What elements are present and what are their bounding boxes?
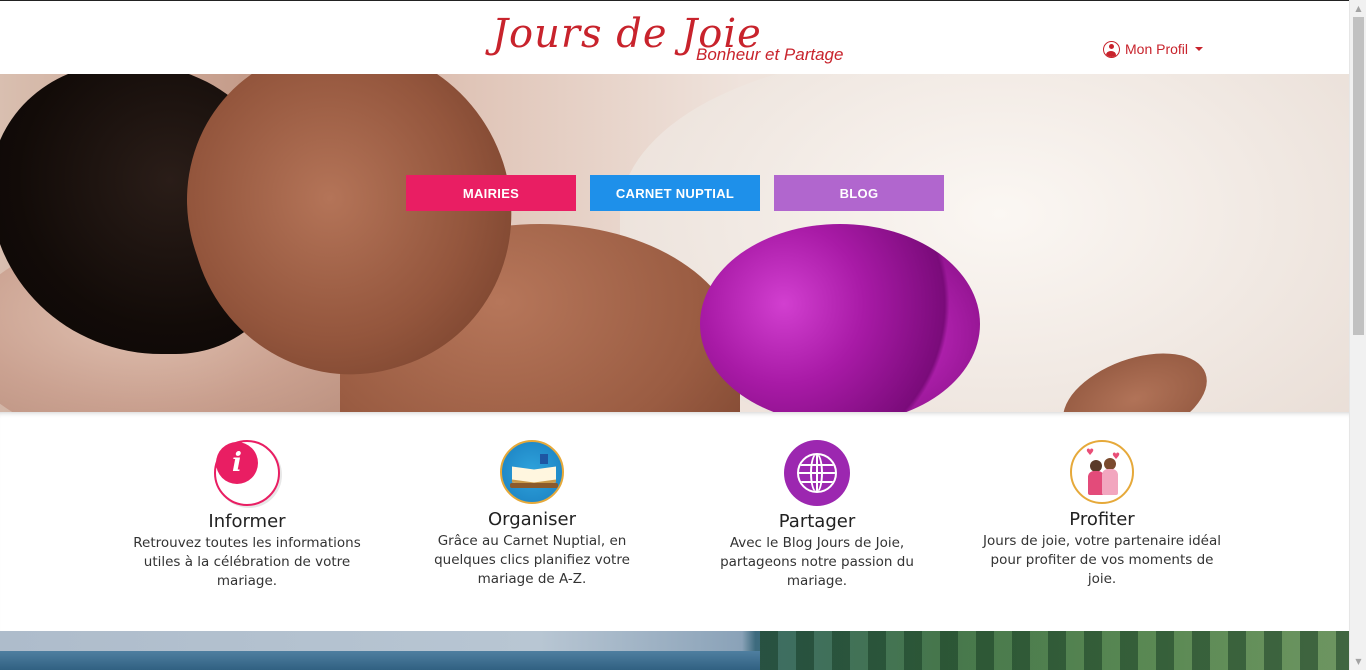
site-logo[interactable]: Jours de Joie Bonheur et Partage xyxy=(492,11,872,71)
feature-profiter: ♥ ♥ Profiter Jours de joie, votre partena… xyxy=(982,440,1222,589)
caret-down-icon xyxy=(1195,47,1204,51)
feature-title: Partager xyxy=(778,511,856,532)
site-header: Jours de Joie Bonheur et Partage Mon Pro… xyxy=(0,1,1349,74)
hero-banner: MAIRIES CARNET NUPTIAL BLOG xyxy=(0,74,1349,412)
user-icon xyxy=(1103,40,1120,58)
features-section: i Informer Retrouvez toutes les informat… xyxy=(0,412,1349,631)
page: Jours de Joie Bonheur et Partage Mon Pro… xyxy=(0,0,1349,670)
carnet-nuptial-button[interactable]: CARNET NUPTIAL xyxy=(590,175,760,211)
couple-icon[interactable]: ♥ ♥ xyxy=(1070,440,1134,504)
info-icon[interactable]: i xyxy=(214,440,280,506)
coast-image-sea xyxy=(0,651,760,670)
scroll-down-arrow-icon[interactable]: ▼ xyxy=(1350,653,1366,670)
feature-partager: Partager Avec le Blog Jours de Joie, par… xyxy=(697,440,937,591)
book-icon[interactable] xyxy=(500,440,564,504)
feature-title: Informer xyxy=(208,511,286,532)
coast-image-trees xyxy=(760,631,1349,670)
feature-organiser: Organiser Grâce au Carnet Nuptial, en qu… xyxy=(412,440,652,589)
mairies-button[interactable]: MAIRIES xyxy=(406,175,576,211)
globe-icon[interactable] xyxy=(784,440,850,506)
feature-description: Avec le Blog Jours de Joie, partageons n… xyxy=(720,535,914,589)
profile-menu[interactable]: Mon Profil xyxy=(1103,39,1204,59)
profile-label: Mon Profil xyxy=(1125,41,1189,57)
feature-informer: i Informer Retrouvez toutes les informat… xyxy=(127,440,367,591)
feature-title: Profiter xyxy=(1069,509,1135,530)
logo-subtitle: Bonheur et Partage xyxy=(696,45,844,64)
feature-description: Jours de joie, votre partenaire idéal po… xyxy=(983,533,1221,587)
blog-button[interactable]: BLOG xyxy=(774,175,944,211)
coast-image-banner xyxy=(0,631,1349,670)
scrollbar-thumb[interactable] xyxy=(1353,17,1364,335)
feature-description: Retrouvez toutes les informations utiles… xyxy=(133,535,361,589)
hero-nav: MAIRIES CARNET NUPTIAL BLOG xyxy=(406,175,944,211)
feature-description: Grâce au Carnet Nuptial, en quelques cli… xyxy=(434,533,630,587)
vertical-scrollbar[interactable]: ▲ ▼ xyxy=(1349,0,1366,670)
feature-title: Organiser xyxy=(488,509,576,530)
hero-image-bouquet xyxy=(700,224,980,412)
scroll-up-arrow-icon[interactable]: ▲ xyxy=(1350,0,1366,17)
